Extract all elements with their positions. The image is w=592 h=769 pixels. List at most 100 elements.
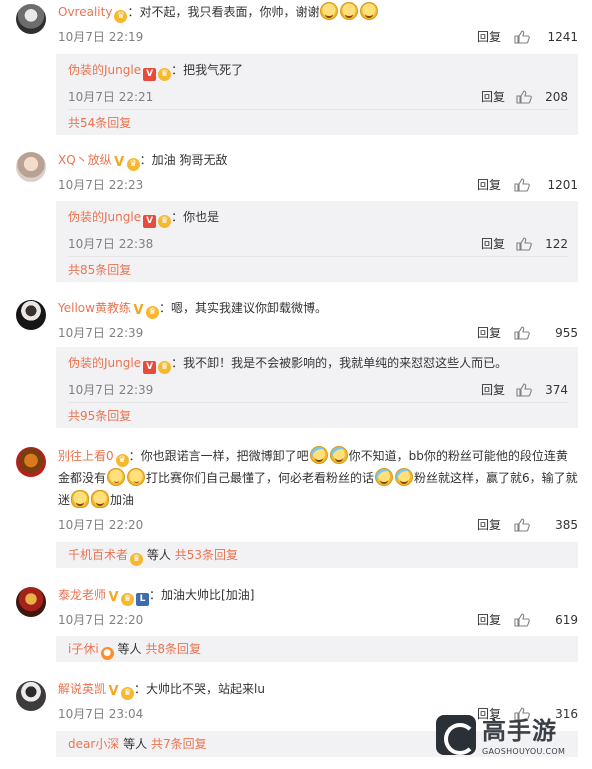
- more-replies-link[interactable]: 共54条回复: [68, 109, 568, 135]
- comment-text: ：嗯，其实我建议你卸载微博。: [158, 301, 327, 315]
- watermark-title: 高手游: [482, 717, 557, 745]
- more-replies-link[interactable]: i子休i ● 等人 共8条回复: [68, 636, 568, 662]
- comment: Ovreality ♛ ：对不起，我只看表面，你帅，谢谢 10月7日 22:19 回…: [0, 0, 592, 47]
- reply-box: 伪装的Jungle V ♛ ：把我气死了 10月7日 22:21 回复 208 共54…: [56, 54, 578, 135]
- comment-time: 10月7日 22:20: [58, 613, 144, 627]
- reply-user-link[interactable]: i子休i: [68, 642, 99, 656]
- crown-badge-icon[interactable]: ♛: [158, 361, 172, 374]
- comment-text-part: ：你也跟诺言一样，把微博卸了吧: [128, 449, 309, 463]
- avatar[interactable]: [16, 681, 46, 711]
- comment-time: 10月7日 23:04: [58, 707, 144, 721]
- comment-text-part: 打比赛你们自己最懂了，何必老看粉丝的话: [146, 471, 375, 485]
- reply-button[interactable]: 回复: [481, 380, 505, 400]
- reply-button[interactable]: 回复: [477, 27, 501, 47]
- comment-text: ：加油 狗哥无敌: [139, 153, 228, 167]
- avatar[interactable]: [16, 300, 46, 330]
- reply-button[interactable]: 回复: [477, 323, 501, 343]
- reply-button[interactable]: 回复: [481, 87, 505, 107]
- thumbs-up-icon[interactable]: [514, 613, 530, 627]
- comment-username[interactable]: Ovreality: [58, 5, 112, 19]
- v-verified-icon[interactable]: V: [143, 361, 157, 374]
- reply-user-link[interactable]: 千机百术者: [68, 548, 128, 562]
- crown-badge-icon[interactable]: ♛: [121, 593, 135, 606]
- comment-username[interactable]: 解说英凯: [58, 682, 106, 696]
- like-count: 1201: [547, 178, 578, 192]
- comment-time: 10月7日 22:39: [58, 326, 144, 340]
- logo-icon: [436, 715, 476, 755]
- crown-badge-icon[interactable]: ♛: [158, 68, 172, 81]
- more-replies-link[interactable]: 共95条回复: [68, 402, 568, 428]
- like-count: 385: [555, 518, 578, 532]
- sub-username[interactable]: 伪装的Jungle: [68, 356, 141, 370]
- sub-comment: 伪装的Jungle V ♛ ：把我气死了 10月7日 22:21 回复 208: [68, 54, 568, 109]
- thumbs-up-icon[interactable]: [514, 326, 530, 340]
- thumbs-up-icon[interactable]: [514, 518, 530, 532]
- v-verified-icon[interactable]: V: [114, 156, 125, 169]
- balloon-badge-icon[interactable]: ●: [100, 647, 114, 660]
- v-verified-icon[interactable]: V: [133, 304, 144, 317]
- v-verified-icon[interactable]: V: [108, 591, 119, 604]
- sub-time: 10月7日 22:38: [68, 237, 154, 251]
- avatar[interactable]: [16, 4, 46, 34]
- comment: 泰龙老师 V ♛ L ：加油大帅比[加油] 10月7日 22:20 回复 619: [0, 583, 592, 630]
- v-verified-icon[interactable]: V: [143, 215, 157, 228]
- crown-badge-icon[interactable]: ♛: [158, 215, 172, 228]
- reply-button[interactable]: 回复: [477, 175, 501, 195]
- thinking-emoji-icon: [107, 468, 126, 486]
- more-replies-link[interactable]: 共85条回复: [68, 256, 568, 282]
- comment-text: ：大帅比不哭，站起来lu: [134, 682, 265, 696]
- cheer-emoji-icon: [71, 490, 90, 508]
- more-replies-link[interactable]: 千机百术者 ♛ 等人 共53条回复: [68, 542, 568, 568]
- sub-text: ：你也是: [171, 210, 220, 224]
- comment-text: ：加油大帅比[加油]: [149, 588, 255, 602]
- laugh-cry-emoji-icon: [309, 446, 328, 464]
- like-count: 374: [545, 383, 568, 397]
- crown-badge-icon[interactable]: ♛: [121, 687, 135, 700]
- v-verified-icon[interactable]: V: [108, 685, 119, 698]
- crown-badge-icon[interactable]: ♛: [115, 454, 129, 467]
- crown-badge-icon[interactable]: ♛: [145, 306, 159, 319]
- sub-username[interactable]: 伪装的Jungle: [68, 63, 141, 77]
- level-badge-icon[interactable]: L: [136, 593, 150, 606]
- like-count: 955: [555, 326, 578, 340]
- grin-emoji-icon: [320, 2, 339, 20]
- comment-time: 10月7日 22:19: [58, 30, 144, 44]
- reply-button[interactable]: 回复: [477, 515, 501, 535]
- grin-emoji-icon: [340, 2, 359, 20]
- laugh-cry-emoji-icon: [395, 468, 414, 486]
- like-count: 122: [545, 237, 568, 251]
- comment-time: 10月7日 22:20: [58, 518, 144, 532]
- sub-text: ：把我气死了: [171, 63, 244, 77]
- reply-box: 伪装的Jungle V ♛ ：你也是 10月7日 22:38 回复 122 共85条回…: [56, 201, 578, 282]
- v-verified-icon[interactable]: V: [143, 68, 157, 81]
- cheer-emoji-icon: [91, 490, 110, 508]
- comment-username[interactable]: Yellow黄教练: [58, 301, 131, 315]
- comment-username[interactable]: XQ丶放纵: [58, 153, 112, 167]
- comment-text: ：对不起，我只看表面，你帅，谢谢: [127, 5, 320, 19]
- reply-button[interactable]: 回复: [481, 234, 505, 254]
- crown-badge-icon[interactable]: ♛: [130, 553, 144, 566]
- avatar[interactable]: [16, 152, 46, 182]
- reply-box: 伪装的Jungle V ♛ ：我不卸！我是不会被影响的，我就单纯的来怼怼这些人而已。 …: [56, 347, 578, 428]
- avatar[interactable]: [16, 587, 46, 617]
- sub-time: 10月7日 22:21: [68, 90, 154, 104]
- comment-text-part: 加油: [110, 493, 135, 507]
- thumbs-up-icon[interactable]: [514, 178, 530, 192]
- thinking-emoji-icon: [127, 468, 146, 486]
- thumbs-up-icon[interactable]: [514, 30, 530, 44]
- avatar[interactable]: [16, 447, 46, 477]
- sub-username[interactable]: 伪装的Jungle: [68, 210, 141, 224]
- like-count: 1241: [547, 30, 578, 44]
- comment: 别往上看0 ♛ ：你也跟诺言一样，把微博卸了吧 你不知道，bb你的粉丝可能他的段位连黄…: [0, 443, 592, 535]
- reply-box: 千机百术者 ♛ 等人 共53条回复: [56, 542, 578, 568]
- reply-user-link[interactable]: dear小深: [68, 737, 119, 751]
- sub-time: 10月7日 22:39: [68, 383, 154, 397]
- reply-button[interactable]: 回复: [477, 610, 501, 630]
- crown-badge-icon[interactable]: ♛: [114, 10, 128, 23]
- comment-username[interactable]: 别往上看0: [58, 449, 114, 463]
- comment-username[interactable]: 泰龙老师: [58, 588, 106, 602]
- crown-badge-icon[interactable]: ♛: [126, 158, 140, 171]
- like-count: 619: [555, 613, 578, 627]
- sub-comment: 伪装的Jungle V ♛ ：我不卸！我是不会被影响的，我就单纯的来怼怼这些人而已。 …: [68, 347, 568, 402]
- comment-time: 10月7日 22:23: [58, 178, 144, 192]
